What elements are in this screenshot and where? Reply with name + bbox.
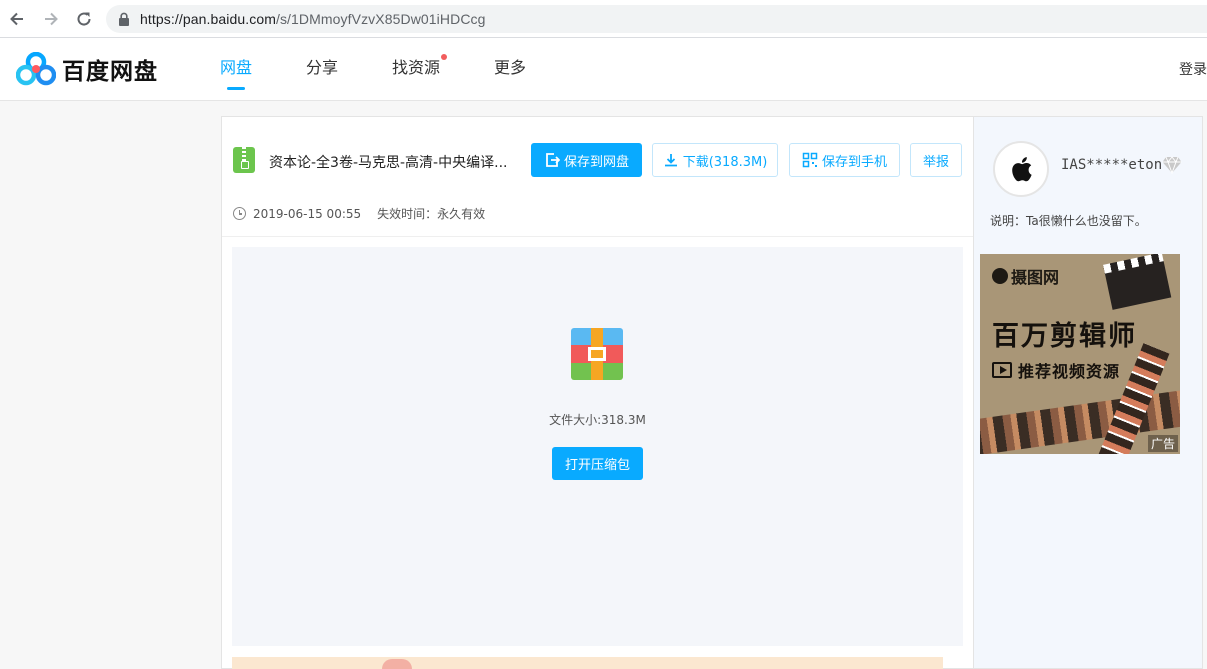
diamond-icon <box>1162 156 1182 174</box>
sharer-description: 说明：Ta很懒什么也没留下。 <box>990 214 1147 228</box>
sharer-panel: IAS*****eton 说明：Ta很懒什么也没留下。 摄图网 百万剪辑师 推荐… <box>973 116 1203 669</box>
nav-item-netdisk[interactable]: 网盘 <box>220 38 252 100</box>
baidu-netdisk-logo-icon <box>16 52 56 86</box>
file-size-text: 文件大小:318.3M <box>549 413 646 427</box>
nav-item-share[interactable]: 分享 <box>306 38 338 100</box>
save-to-phone-button[interactable]: 保存到手机 <box>789 143 900 177</box>
play-icon <box>992 362 1012 378</box>
notification-dot <box>441 54 448 60</box>
download-icon <box>664 154 677 167</box>
browser-toolbar: https://pan.baidu.com/s/1DMmoyfVzvX85Dw0… <box>0 0 1207 38</box>
ad-brand: 摄图网 <box>992 264 1059 288</box>
qr-code-icon <box>802 152 818 168</box>
username[interactable]: IAS*****eton <box>1061 157 1162 173</box>
back-arrow-icon[interactable] <box>6 8 28 30</box>
file-preview: 文件大小:318.3M 打开压缩包 <box>232 247 963 646</box>
site-header: 百度网盘 网盘 分享 找资源 更多 登录 <box>0 38 1207 101</box>
main-nav: 网盘 分享 找资源 更多 <box>220 38 580 100</box>
lock-icon <box>119 12 129 26</box>
save-to-netdisk-button[interactable]: 保存到网盘 <box>531 143 642 177</box>
address-bar[interactable]: https://pan.baidu.com/s/1DMmoyfVzvX85Dw0… <box>106 5 1207 33</box>
ad-brand-text: 摄图网 <box>1011 268 1060 287</box>
share-date: 2019-06-15 00:55 <box>253 206 362 221</box>
logo-text: 百度网盘 <box>62 59 158 85</box>
file-meta: 2019-06-15 00:55 失效时间：永久有效 <box>233 205 485 222</box>
zip-file-icon <box>233 147 255 173</box>
archive-icon <box>571 328 623 380</box>
bottom-banner[interactable] <box>232 657 943 669</box>
forward-arrow-icon[interactable] <box>40 8 62 30</box>
logo[interactable]: 百度网盘 <box>16 52 158 86</box>
file-title[interactable]: 资本论-全3卷-马克思-高清-中央编译... <box>269 152 507 172</box>
ad-subtitle-text: 推荐视频资源 <box>1018 362 1121 381</box>
save-to-netdisk-label: 保存到网盘 <box>563 154 629 170</box>
reload-icon[interactable] <box>73 8 95 30</box>
camera-icon <box>992 268 1008 284</box>
url-host: https://pan.baidu.com <box>140 11 276 27</box>
nav-item-find-resources[interactable]: 找资源 <box>392 38 448 100</box>
nav-item-more[interactable]: 更多 <box>494 38 526 100</box>
nav-item-find-resources-label: 找资源 <box>392 58 441 77</box>
ad-headline: 百万剪辑师 <box>992 321 1137 352</box>
expire-time: 失效时间：永久有效 <box>377 207 486 221</box>
avatar[interactable] <box>993 141 1049 197</box>
report-button[interactable]: 举报 <box>910 143 962 177</box>
download-button[interactable]: 下载(318.3M) <box>652 143 778 177</box>
save-icon <box>546 153 560 167</box>
file-header: 资本论-全3卷-马克思-高清-中央编译... 保存到网盘 下载(318.3M) … <box>222 117 974 237</box>
save-to-phone-label: 保存到手机 <box>821 154 887 170</box>
advertisement[interactable]: 摄图网 百万剪辑师 推荐视频资源 广告 <box>980 254 1180 454</box>
clock-icon <box>233 207 246 220</box>
url-text: https://pan.baidu.com/s/1DMmoyfVzvX85Dw0… <box>140 11 486 27</box>
login-link[interactable]: 登录 <box>1179 59 1207 79</box>
download-label: 下载(318.3M) <box>682 154 768 170</box>
ad-subtitle: 推荐视频资源 <box>992 358 1120 382</box>
share-file-card: 资本论-全3卷-马克思-高清-中央编译... 保存到网盘 下载(318.3M) … <box>221 116 974 669</box>
url-path: /s/1DMmoyfVzvX85Dw01iHDCcg <box>275 11 486 27</box>
ad-label: 广告 <box>1147 435 1178 452</box>
clapperboard-icon <box>1104 260 1172 310</box>
open-archive-button[interactable]: 打开压缩包 <box>552 447 643 480</box>
apple-logo-icon <box>1012 157 1032 182</box>
